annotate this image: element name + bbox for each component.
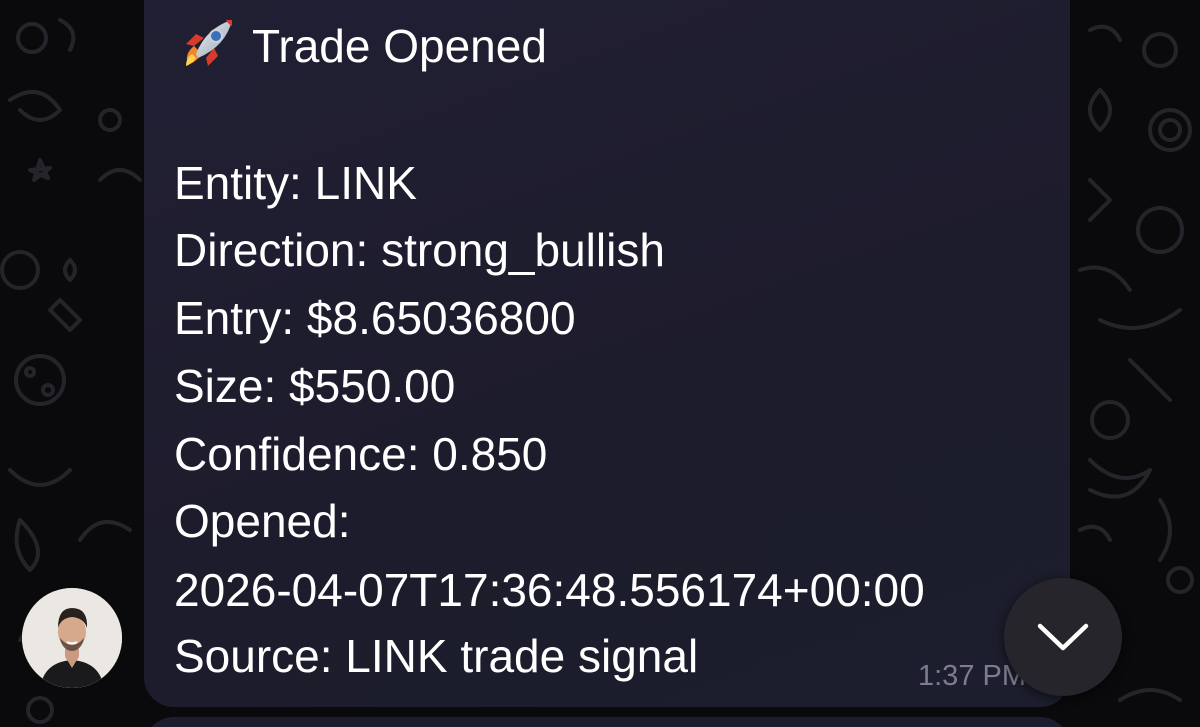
field-opened-value: 2026-04-07T17:36:48.556174+00:00 [174,564,925,616]
sender-avatar[interactable] [22,588,122,688]
message-title: Trade Opened [252,20,547,72]
scroll-down-button[interactable] [1004,578,1122,696]
message-content: Trade Opened Entity: LINK Direction: str… [144,0,1070,707]
field-size: Size: $550.00 [174,360,456,412]
next-message-bubble[interactable] [144,717,1070,727]
message-title-row: Trade Opened [174,14,547,78]
field-entry: Entry: $8.65036800 [174,292,576,344]
rocket-icon [186,20,232,66]
field-opened-label: Opened: [174,495,351,547]
message-bubble[interactable]: Trade Opened Entity: LINK Direction: str… [144,0,1070,707]
field-source: Source: LINK trade signal [174,630,699,682]
chat-background: Trade Opened Entity: LINK Direction: str… [0,0,1200,727]
field-entity: Entity: LINK [174,157,417,209]
field-confidence: Confidence: 0.850 [174,428,548,480]
avatar-portrait [22,588,122,688]
chevron-down-icon [1037,623,1089,651]
field-direction: Direction: strong_bullish [174,224,665,276]
